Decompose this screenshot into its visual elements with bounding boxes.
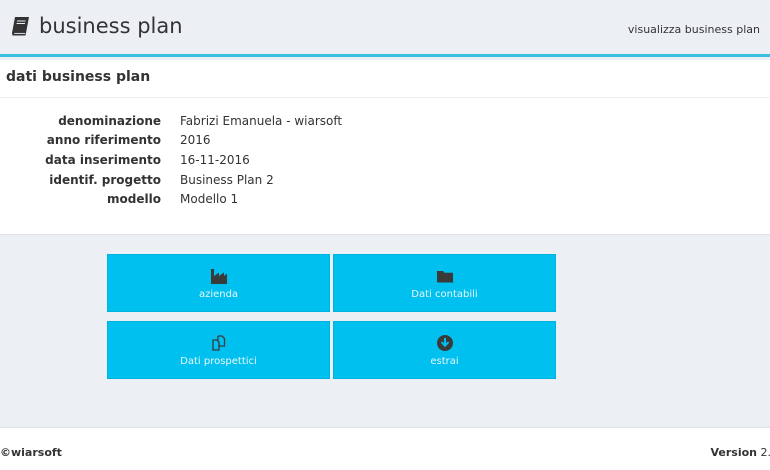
detail-label: identif. progetto [49, 172, 161, 187]
detail-value: 16-11-2016 [180, 152, 250, 167]
folder-icon [436, 271, 453, 283]
brand[interactable]: business plan [10, 14, 183, 38]
estrai-button[interactable]: estrai [333, 321, 556, 379]
app-title: business plan [39, 14, 183, 38]
detail-value: 2016 [180, 133, 211, 148]
factory-icon [210, 269, 227, 284]
detail-row-identif-progetto: identif. progetto Business Plan 2 [0, 170, 770, 190]
detail-row-data-inserimento: data inserimento 16-11-2016 [0, 150, 770, 170]
detail-row-denominazione: denominazione Fabrizi Emanuela - wiarsof… [0, 111, 770, 131]
version-label: Version [710, 446, 757, 459]
business-plan-data-panel: dati business plan denominazione Fabrizi… [0, 60, 770, 235]
view-business-plan-link[interactable]: visualizza business plan [628, 23, 760, 36]
detail-row-modello: modello Modello 1 [0, 189, 770, 209]
detail-value: Modello 1 [180, 192, 239, 207]
azienda-button[interactable]: azienda [107, 254, 330, 312]
tile-label: Dati contabili [411, 289, 478, 300]
detail-label: denominazione [58, 113, 161, 128]
version-value: 2.0 [760, 446, 770, 459]
detail-row-anno-riferimento: anno riferimento 2016 [0, 131, 770, 151]
version-info: Version 2.0 [710, 446, 770, 459]
action-tiles: azienda Dati contabili Dati prospettici … [107, 254, 556, 380]
detail-label: modello [107, 192, 161, 207]
panel-divider [0, 97, 770, 98]
detail-label: data inserimento [45, 152, 161, 167]
panel-title: dati business plan [6, 69, 151, 85]
copy-icon [211, 335, 225, 351]
tile-label: estrai [430, 356, 459, 367]
detail-value: Fabrizi Emanuela - wiarsoft [180, 113, 343, 128]
tile-label: azienda [198, 289, 239, 300]
detail-label: anno riferimento [46, 133, 161, 148]
detail-value: Business Plan 2 [180, 172, 274, 187]
copyright: ©wiarsoft [0, 446, 62, 459]
top-navbar: business plan visualizza business plan [0, 0, 770, 57]
tile-label: Dati prospettici [180, 356, 257, 367]
dati-prospettici-button[interactable]: Dati prospettici [107, 321, 330, 379]
dati-contabili-button[interactable]: Dati contabili [333, 254, 556, 312]
details-list: denominazione Fabrizi Emanuela - wiarsof… [0, 111, 770, 209]
download-circle-icon [436, 335, 453, 351]
footer: ©wiarsoft Version 2.0 [0, 427, 770, 470]
book-icon [12, 17, 29, 36]
